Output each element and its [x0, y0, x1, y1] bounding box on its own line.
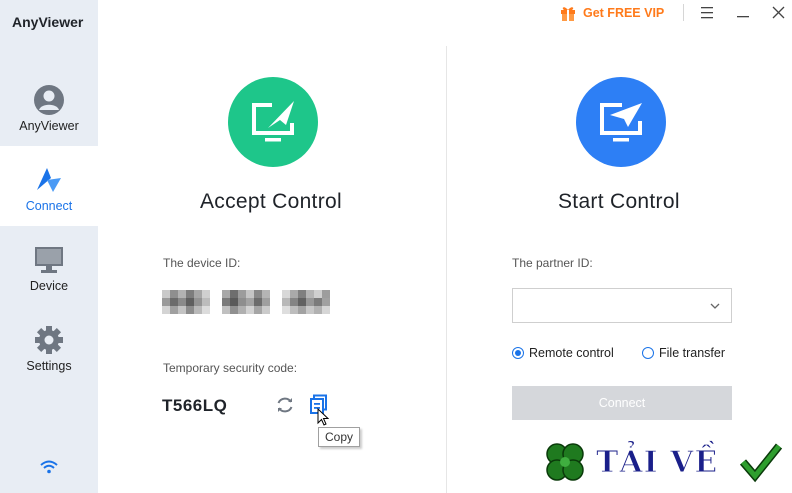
monitor-icon — [35, 247, 63, 273]
redacted-block — [162, 290, 214, 316]
accept-control-badge — [228, 77, 318, 167]
accept-control-icon — [252, 101, 294, 142]
titlebar-divider — [683, 4, 684, 21]
file-transfer-label: File transfer — [659, 346, 725, 360]
redacted-block — [222, 290, 274, 316]
clover-icon — [546, 443, 584, 481]
gift-icon — [561, 7, 575, 21]
vip-label: Get FREE VIP — [583, 6, 665, 20]
app-title: AnyViewer — [12, 14, 84, 30]
sidebar-item-device[interactable]: Device — [0, 226, 98, 306]
check-icon — [741, 444, 781, 480]
chevron-down-icon[interactable] — [709, 300, 721, 312]
start-control-title: Start Control — [558, 190, 680, 213]
start-control-icon — [600, 103, 642, 142]
sidebar-item-settings[interactable]: Settings — [0, 306, 98, 386]
connect-icon — [37, 168, 61, 192]
gear-icon — [35, 326, 63, 354]
sidebar-item-label: Settings — [26, 359, 72, 373]
remote-control-option[interactable]: Remote control — [512, 346, 614, 360]
wifi-icon — [40, 460, 58, 474]
watermark-text: TẢI VỀ — [595, 445, 719, 481]
close-icon[interactable] — [767, 2, 789, 24]
sidebar-item-label: Device — [29, 279, 69, 293]
copy-tooltip: Copy — [318, 427, 360, 447]
hamburger-icon[interactable] — [696, 2, 718, 24]
sidebar-item-anyviewer[interactable]: AnyViewer — [0, 66, 98, 146]
partner-id-input[interactable] — [512, 288, 732, 323]
get-vip-button[interactable]: Get FREE VIP — [559, 4, 664, 22]
refresh-icon[interactable] — [274, 394, 296, 416]
accept-control-title: Accept Control — [200, 190, 342, 213]
security-code-label: Temporary security code: — [163, 361, 298, 375]
avatar-icon — [34, 85, 64, 115]
mouse-pointer-icon — [317, 408, 330, 426]
device-id-label: The device ID: — [163, 256, 241, 270]
minimize-icon[interactable] — [732, 2, 754, 24]
connect-button[interactable]: Connect — [512, 386, 732, 420]
start-control-badge — [576, 77, 666, 167]
sidebar: AnyViewer AnyViewer Connect Device Setti… — [0, 0, 98, 493]
remote-control-radio[interactable] — [512, 347, 524, 359]
sidebar-item-label: Connect — [25, 199, 73, 213]
redacted-block — [282, 290, 334, 316]
file-transfer-option[interactable]: File transfer — [642, 346, 725, 360]
sidebar-item-connect[interactable]: Connect — [0, 146, 98, 226]
remote-control-label: Remote control — [529, 346, 614, 360]
panel-divider — [446, 46, 447, 493]
security-code-value: T566LQ — [162, 396, 228, 415]
partner-id-label: The partner ID: — [512, 256, 593, 270]
sidebar-item-label: AnyViewer — [19, 119, 79, 133]
file-transfer-radio[interactable] — [642, 347, 654, 359]
